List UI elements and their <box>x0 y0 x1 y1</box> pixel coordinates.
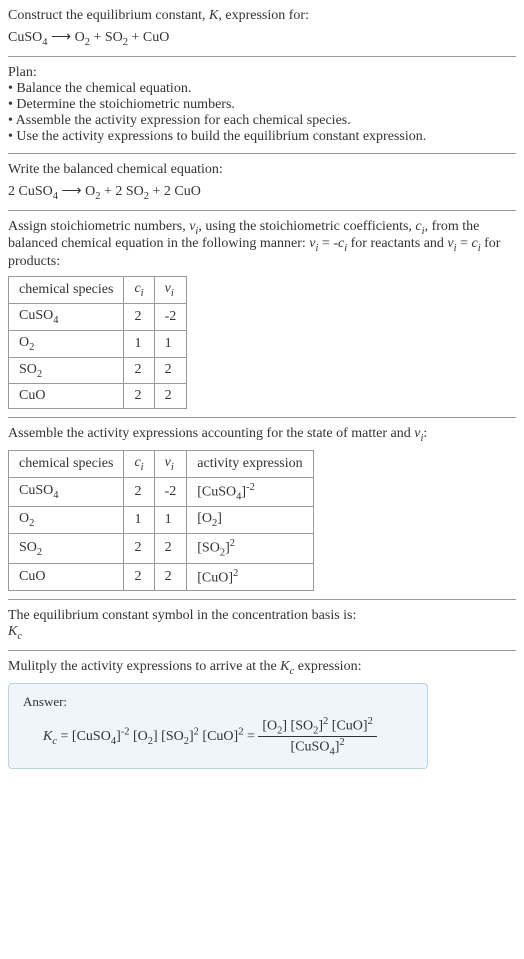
table-row: CuSO4 2 -2 <box>9 303 187 330</box>
prompt-title: Construct the equilibrium constant, K, e… <box>8 8 516 24</box>
table-cell: [CuO]2 <box>187 563 313 591</box>
stoich-section: Assign stoichiometric numbers, νi, using… <box>8 219 516 410</box>
table-cell: CuSO4 <box>9 477 124 506</box>
table-header: νi <box>154 277 187 304</box>
divider <box>8 650 516 651</box>
divider <box>8 153 516 154</box>
multiply-section: Mulitply the activity expressions to arr… <box>8 659 516 769</box>
plan-item: Balance the chemical equation. <box>8 81 516 97</box>
table-cell: [SO2]2 <box>187 534 313 563</box>
kc-formula: Kc = [CuSO4]-2 [O2] [SO2]2 [CuO]2 = [O2]… <box>23 716 413 758</box>
plan-list: Balance the chemical equation. Determine… <box>8 81 516 145</box>
table-cell: SO2 <box>9 534 124 563</box>
table-row: O2 1 1 [O2] <box>9 507 314 534</box>
stoich-text: Assign stoichiometric numbers, νi, using… <box>8 219 516 271</box>
eqconst-label: The equilibrium constant symbol in the c… <box>8 608 516 624</box>
table-header: νi <box>154 451 187 478</box>
table-cell: 2 <box>124 477 154 506</box>
table-cell: 2 <box>124 357 154 384</box>
table-header: ci <box>124 277 154 304</box>
table-cell: [CuSO4]-2 <box>187 477 313 506</box>
table-header: chemical species <box>9 277 124 304</box>
balanced-equation: 2 CuSO4 ⟶ O2 + 2 SO2 + 2 CuO <box>8 182 516 202</box>
plan-label: Plan: <box>8 65 516 81</box>
activity-label: Assemble the activity expressions accoun… <box>8 426 516 444</box>
divider <box>8 599 516 600</box>
table-row: CuO 2 2 [CuO]2 <box>9 563 314 591</box>
plan-item: Assemble the activity expression for eac… <box>8 113 516 129</box>
table-cell: 1 <box>124 330 154 357</box>
table-cell: CuO <box>9 384 124 409</box>
divider <box>8 56 516 57</box>
table-cell: O2 <box>9 507 124 534</box>
table-cell: SO2 <box>9 357 124 384</box>
plan-section: Plan: Balance the chemical equation. Det… <box>8 65 516 145</box>
table-cell: CuSO4 <box>9 303 124 330</box>
table-cell: 2 <box>154 534 187 563</box>
multiply-label: Mulitply the activity expressions to arr… <box>8 659 516 677</box>
table-header: activity expression <box>187 451 313 478</box>
table-row: SO2 2 2 <box>9 357 187 384</box>
plan-item: Determine the stoichiometric numbers. <box>8 97 516 113</box>
table-cell: CuO <box>9 563 124 591</box>
table-cell: 2 <box>154 563 187 591</box>
table-row: CuO 2 2 <box>9 384 187 409</box>
table-cell: -2 <box>154 477 187 506</box>
answer-label: Answer: <box>23 694 413 710</box>
stoich-table: chemical species ci νi CuSO4 2 -2 O2 1 1… <box>8 276 187 409</box>
unbalanced-equation: CuSO4 ⟶ O2 + SO2 + CuO <box>8 28 516 48</box>
table-row: O2 1 1 <box>9 330 187 357</box>
table-cell: O2 <box>9 330 124 357</box>
divider <box>8 210 516 211</box>
table-cell: 1 <box>154 507 187 534</box>
table-cell: 2 <box>154 384 187 409</box>
table-cell: 2 <box>124 303 154 330</box>
answer-box: Answer: Kc = [CuSO4]-2 [O2] [SO2]2 [CuO]… <box>8 683 428 769</box>
table-header-row: chemical species ci νi activity expressi… <box>9 451 314 478</box>
table-row: CuSO4 2 -2 [CuSO4]-2 <box>9 477 314 506</box>
table-cell: 2 <box>124 384 154 409</box>
eqconst-section: The equilibrium constant symbol in the c… <box>8 608 516 642</box>
activity-table: chemical species ci νi activity expressi… <box>8 450 314 591</box>
table-cell: -2 <box>154 303 187 330</box>
table-cell: 2 <box>124 534 154 563</box>
balanced-section: Write the balanced chemical equation: 2 … <box>8 162 516 202</box>
divider <box>8 417 516 418</box>
balanced-label: Write the balanced chemical equation: <box>8 162 516 178</box>
table-cell: [O2] <box>187 507 313 534</box>
table-cell: 1 <box>124 507 154 534</box>
table-header: ci <box>124 451 154 478</box>
plan-item: Use the activity expressions to build th… <box>8 129 516 145</box>
table-cell: 1 <box>154 330 187 357</box>
activity-section: Assemble the activity expressions accoun… <box>8 426 516 591</box>
table-header-row: chemical species ci νi <box>9 277 187 304</box>
table-row: SO2 2 2 [SO2]2 <box>9 534 314 563</box>
table-header: chemical species <box>9 451 124 478</box>
table-cell: 2 <box>154 357 187 384</box>
kc-symbol: Kc <box>8 624 516 642</box>
table-cell: 2 <box>124 563 154 591</box>
prompt-section: Construct the equilibrium constant, K, e… <box>8 8 516 48</box>
